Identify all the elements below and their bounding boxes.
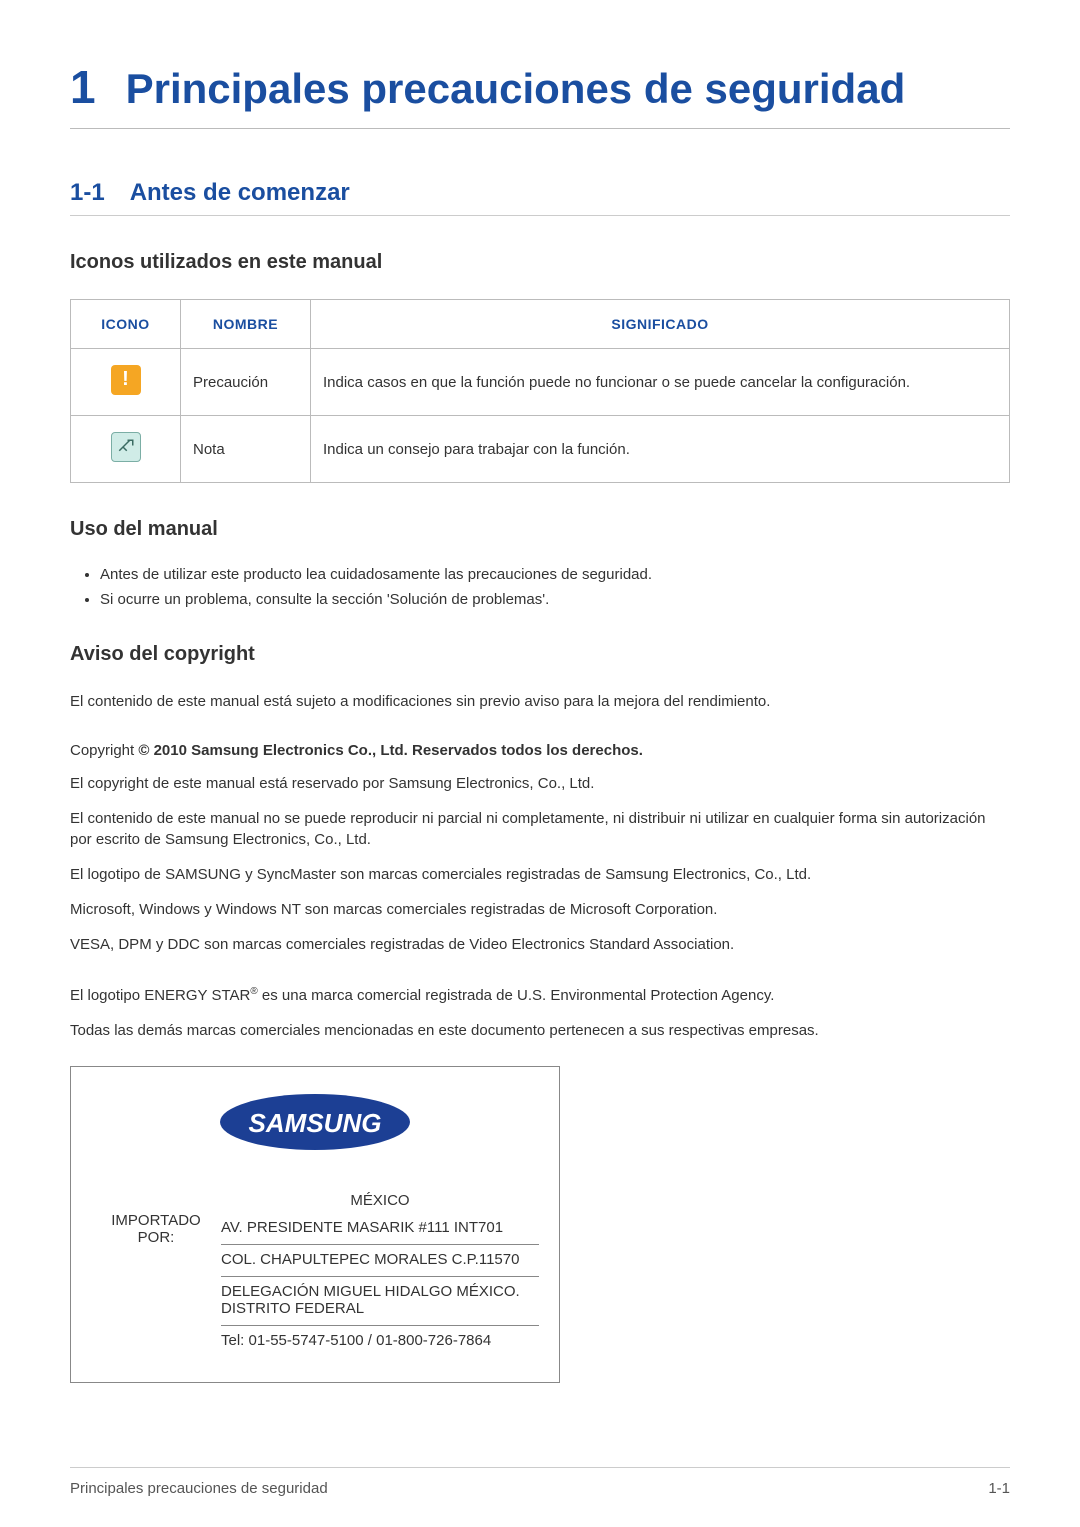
footer-left: Principales precauciones de seguridad [70, 1480, 328, 1497]
copyright-prefix: Copyright [70, 742, 138, 759]
samsung-logo: SAMSUNG [215, 1092, 415, 1152]
row-meaning: Indica un consejo para trabajar con la f… [311, 416, 1010, 483]
caution-icon [111, 365, 141, 395]
copyright-bold: © 2010 Samsung Electronics Co., Ltd. Res… [138, 742, 643, 759]
usage-list: Antes de utilizar este producto lea cuid… [70, 566, 1010, 608]
energy-star-pre: El logotipo ENERGY STAR [70, 987, 250, 1004]
row-name: Precaución [181, 349, 311, 416]
import-country: MÉXICO [221, 1192, 539, 1209]
copyright-para: El logotipo de SAMSUNG y SyncMaster son … [70, 864, 1010, 885]
registered-sup: ® [250, 986, 257, 997]
table-row: Nota Indica un consejo para trabajar con… [71, 416, 1010, 483]
import-line: DELEGACIÓN MIGUEL HIDALGO MÉXICO. DISTRI… [221, 1277, 539, 1326]
row-name: Nota [181, 416, 311, 483]
col-meaning: SIGNIFICADO [311, 300, 1010, 349]
col-icon: ICONO [71, 300, 181, 349]
copyright-intro: El contenido de este manual está sujeto … [70, 691, 1010, 712]
import-box: SAMSUNG IMPORTADO POR: MÉXICO AV. PRESID… [70, 1066, 560, 1383]
icons-heading: Iconos utilizados en este manual [70, 251, 1010, 274]
import-content: MÉXICO AV. PRESIDENTE MASARIK #111 INT70… [221, 1192, 539, 1357]
note-icon-cell [71, 416, 181, 483]
energy-star-post: es una marca comercial registrada de U.S… [258, 987, 775, 1004]
list-item: Si ocurre un problema, consulte la secci… [100, 591, 1010, 608]
copyright-heading: Aviso del copyright [70, 643, 1010, 666]
copyright-line: Copyright © 2010 Samsung Electronics Co.… [70, 742, 1010, 759]
footer: Principales precauciones de seguridad 1-… [70, 1467, 1010, 1497]
energy-star-para: El logotipo ENERGY STAR® es una marca co… [70, 985, 1010, 1006]
footer-right: 1-1 [988, 1480, 1010, 1497]
note-icon [111, 432, 141, 462]
import-row: IMPORTADO POR: MÉXICO AV. PRESIDENTE MAS… [91, 1192, 539, 1357]
subsection-text: Antes de comenzar [130, 179, 350, 207]
list-item: Antes de utilizar este producto lea cuid… [100, 566, 1010, 583]
svg-text:SAMSUNG: SAMSUNG [249, 1108, 382, 1138]
col-name: NOMBRE [181, 300, 311, 349]
icon-table: ICONO NOMBRE SIGNIFICADO Precaución Indi… [70, 299, 1010, 483]
copyright-para: Microsoft, Windows y Windows NT son marc… [70, 899, 1010, 920]
row-meaning: Indica casos en que la función puede no … [311, 349, 1010, 416]
copyright-para: El contenido de este manual no se puede … [70, 808, 1010, 850]
copyright-para: VESA, DPM y DDC son marcas comerciales r… [70, 934, 1010, 955]
import-line: COL. CHAPULTEPEC MORALES C.P.11570 [221, 1245, 539, 1277]
table-row: Precaución Indica casos en que la funció… [71, 349, 1010, 416]
usage-heading: Uso del manual [70, 518, 1010, 541]
copyright-para: El copyright de este manual está reserva… [70, 773, 1010, 794]
subsection-number: 1-1 [70, 179, 105, 207]
chapter-number: 1 [70, 60, 96, 114]
caution-icon-cell [71, 349, 181, 416]
chapter-title: 1 Principales precauciones de seguridad [70, 60, 1010, 129]
subsection-heading: 1-1 Antes de comenzar [70, 179, 1010, 216]
chapter-text: Principales precauciones de seguridad [126, 65, 906, 113]
import-label: IMPORTADO POR: [91, 1192, 221, 1357]
trademarks-other: Todas las demás marcas comerciales menci… [70, 1020, 1010, 1041]
import-line: AV. PRESIDENTE MASARIK #111 INT701 [221, 1213, 539, 1245]
import-line: Tel: 01-55-5747-5100 / 01-800-726-7864 [221, 1326, 539, 1357]
